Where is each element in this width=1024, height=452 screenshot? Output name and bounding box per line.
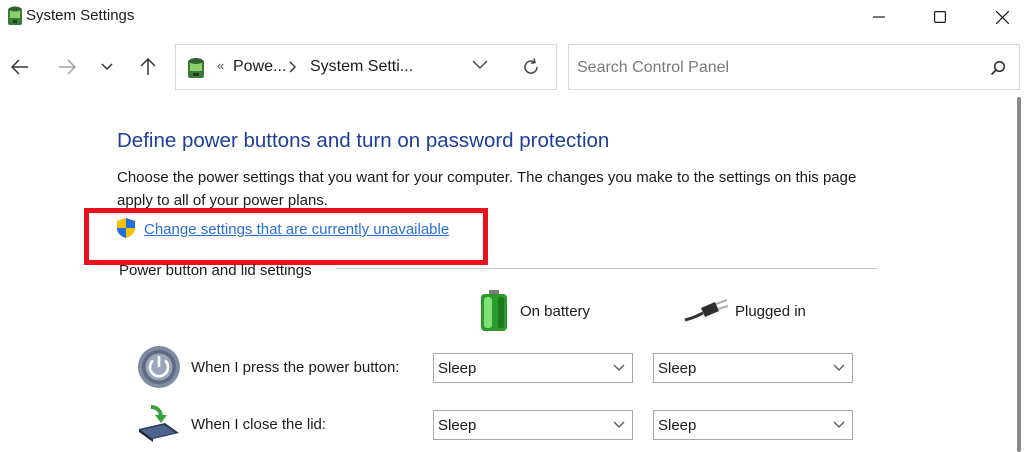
search-box[interactable] — [568, 44, 1020, 90]
forward-button[interactable] — [52, 51, 82, 83]
back-arrow-icon — [11, 59, 28, 75]
select-value: Sleep — [658, 360, 697, 377]
breadcrumb-power-options[interactable]: Powe... — [233, 58, 286, 76]
column-plugged-in: Plugged in — [735, 303, 806, 320]
select-value: Sleep — [438, 360, 477, 377]
section-divider — [336, 268, 878, 269]
battery-icon — [481, 290, 507, 331]
scrollbar-thumb[interactable] — [1017, 97, 1021, 452]
chevron-down-icon[interactable] — [472, 60, 488, 70]
power-button-on-battery-select[interactable]: Sleep — [433, 353, 633, 383]
control-panel-icon — [188, 58, 204, 78]
recent-dropdown-icon — [101, 63, 113, 71]
window-title: System Settings — [26, 7, 135, 24]
chevron-down-icon — [833, 364, 845, 371]
page-description: Choose the power settings that you want … — [117, 169, 857, 209]
power-button-plugged-in-select[interactable]: Sleep — [653, 353, 853, 383]
refresh-icon[interactable] — [521, 57, 541, 77]
address-overflow[interactable]: « — [217, 58, 224, 73]
plug-icon — [684, 299, 729, 322]
select-value: Sleep — [438, 417, 477, 434]
vertical-scrollbar[interactable] — [1013, 97, 1024, 452]
maximize-button[interactable] — [917, 0, 963, 34]
highlight-box — [84, 208, 488, 265]
breadcrumb-system-settings[interactable]: System Setti... — [310, 58, 413, 76]
search-input[interactable] — [577, 57, 957, 79]
up-arrow-icon — [140, 58, 156, 75]
chevron-down-icon — [613, 364, 625, 371]
minimize-icon — [873, 16, 885, 18]
close-button[interactable] — [979, 0, 1024, 34]
title-bar: System Settings — [0, 0, 1024, 34]
power-button-icon — [138, 346, 180, 388]
search-icon[interactable] — [990, 60, 1006, 76]
recent-locations-button[interactable] — [92, 51, 122, 83]
chevron-down-icon — [833, 421, 845, 428]
select-value: Sleep — [658, 417, 697, 434]
app-icon — [8, 6, 22, 25]
row-label-power-button: When I press the power button: — [191, 359, 400, 376]
laptop-lid-icon — [139, 405, 179, 442]
column-on-battery: On battery — [520, 303, 591, 320]
maximize-icon — [934, 11, 946, 23]
page-title: Define power buttons and turn on passwor… — [117, 129, 610, 152]
chevron-down-icon — [613, 421, 625, 428]
address-bar[interactable]: « Powe... System Setti... — [175, 44, 557, 90]
minimize-button[interactable] — [856, 0, 902, 34]
up-button[interactable] — [133, 51, 163, 83]
forward-arrow-icon — [59, 59, 76, 75]
close-lid-plugged-in-select[interactable]: Sleep — [653, 410, 853, 440]
close-icon — [995, 10, 1009, 24]
close-lid-on-battery-select[interactable]: Sleep — [433, 410, 633, 440]
chevron-right-icon[interactable] — [289, 61, 297, 73]
section-label: Power button and lid settings — [119, 262, 312, 279]
row-label-close-lid: When I close the lid: — [191, 416, 327, 433]
back-button[interactable] — [5, 51, 35, 83]
